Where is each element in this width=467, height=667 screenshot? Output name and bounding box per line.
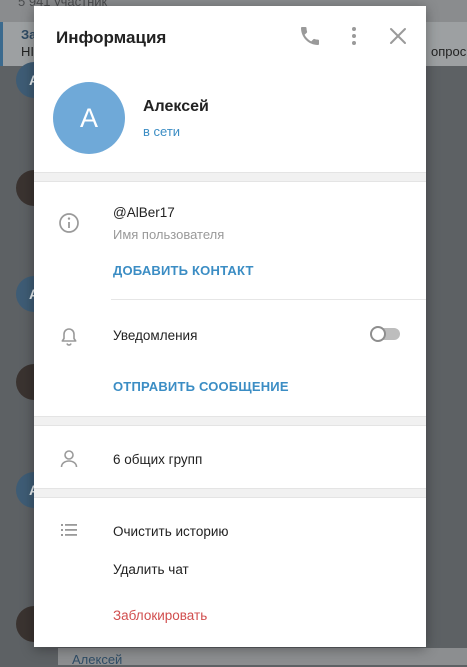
username-value[interactable]: @AlBer17 <box>113 205 175 220</box>
row-separator <box>111 299 426 300</box>
info-icon <box>58 212 80 234</box>
profile-status: в сети <box>143 124 181 139</box>
profile-name: Алексей <box>143 98 209 115</box>
profile-avatar[interactable]: А <box>53 82 125 154</box>
dialog-title: Информация <box>56 28 167 47</box>
notifications-label: Уведомления <box>113 328 198 343</box>
more-vertical-icon[interactable] <box>342 24 366 48</box>
toggle-knob <box>370 326 386 342</box>
delete-chat-button[interactable]: Удалить чат <box>113 562 189 577</box>
block-user-button[interactable]: Заблокировать <box>113 608 207 623</box>
list-icon <box>58 519 80 541</box>
add-contact-button[interactable]: ДОБАВИТЬ КОНТАКТ <box>113 263 254 278</box>
pinned-text-start: НІ <box>21 44 34 59</box>
phone-icon[interactable] <box>298 24 322 48</box>
user-info-dialog: Информация А Алексей в сети @AlBer17 Имя… <box>34 6 426 647</box>
section-divider <box>34 488 426 498</box>
user-icon <box>58 448 80 470</box>
section-divider <box>34 172 426 182</box>
section-divider <box>34 416 426 426</box>
bell-icon <box>58 326 80 348</box>
send-message-button[interactable]: ОТПРАВИТЬ СООБЩЕНИЕ <box>113 379 289 394</box>
notifications-toggle[interactable] <box>370 326 400 342</box>
username-caption: Имя пользователя <box>113 227 225 242</box>
background-message: Алексей <box>58 648 467 667</box>
clear-history-button[interactable]: Очистить историю <box>113 524 229 539</box>
common-groups-item[interactable]: 6 общих групп <box>113 452 202 467</box>
pinned-text-end: опросы <box>431 44 467 59</box>
close-icon[interactable] <box>386 24 410 48</box>
